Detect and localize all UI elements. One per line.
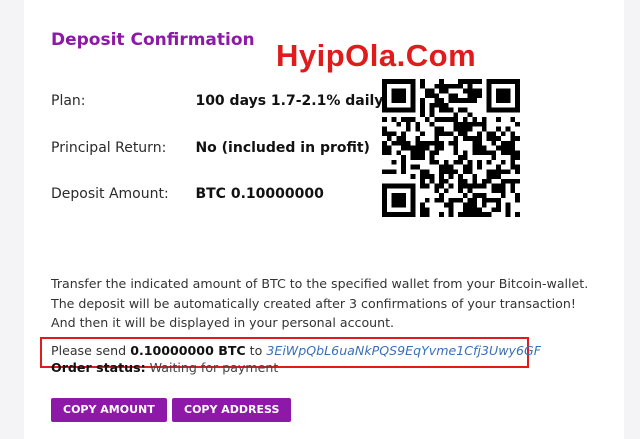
- principal-return-row: Principal Return: No (included in profit…: [51, 140, 370, 156]
- order-status-value: Waiting for payment: [149, 360, 279, 375]
- send-to: to: [249, 343, 263, 358]
- deposit-amount-label: Deposit Amount:: [51, 186, 169, 202]
- send-prefix: Please send: [51, 343, 127, 358]
- deposit-amount-row: Deposit Amount: BTC 0.10000000: [51, 186, 324, 202]
- plan-row: Plan: 100 days 1.7-2.1% daily: [51, 93, 383, 109]
- deposit-card: Deposit Confirmation HyipOla.Com Plan: 1…: [24, 0, 624, 439]
- plan-value: 100 days 1.7-2.1% daily: [195, 93, 384, 109]
- instructions-text: Transfer the indicated amount of BTC to …: [51, 274, 611, 333]
- wallet-address[interactable]: 3EiWpQbL6uaNkPQS9EqYvme1Cfj3Uwy6GF: [266, 343, 541, 358]
- principal-return-value: No (included in profit): [195, 140, 370, 156]
- payment-instruction: Please send 0.10000000 BTC to 3EiWpQbL6u…: [51, 343, 541, 358]
- order-status-label: Order status:: [51, 360, 146, 375]
- principal-return-label: Principal Return:: [51, 140, 167, 156]
- instruction-line: Transfer the indicated amount of BTC to …: [51, 276, 589, 291]
- instruction-line: And then it will be displayed in your pe…: [51, 315, 395, 330]
- watermark-text: HyipOla.Com: [276, 38, 477, 73]
- instruction-line: The deposit will be automatically create…: [51, 295, 576, 311]
- page-title: Deposit Confirmation: [51, 30, 255, 50]
- plan-label: Plan:: [51, 93, 86, 109]
- send-amount: 0.10000000 BTC: [130, 343, 246, 358]
- deposit-amount-value: BTC 0.10000000: [195, 186, 324, 202]
- qr-code-icon: [382, 79, 520, 217]
- copy-amount-button[interactable]: COPY AMOUNT: [51, 398, 167, 422]
- order-status: Order status: Waiting for payment: [51, 360, 278, 375]
- copy-address-button[interactable]: COPY ADDRESS: [172, 398, 292, 422]
